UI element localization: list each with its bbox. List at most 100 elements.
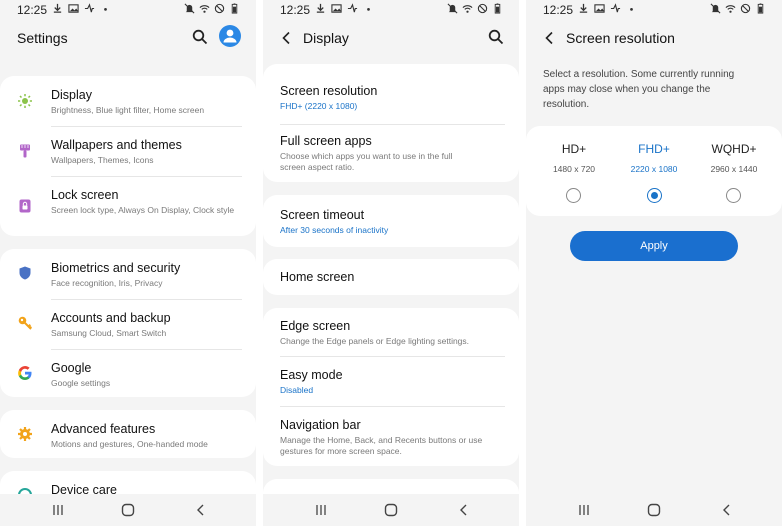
- sun-icon: [17, 93, 33, 109]
- status-bar: 12:25: [0, 0, 256, 20]
- settings-item-title: Biometrics and security: [51, 261, 181, 275]
- display-item-home-screen[interactable]: Home screen: [263, 259, 519, 295]
- person-icon: [223, 29, 237, 43]
- resolution-option-dims: 2960 x 1440: [710, 164, 758, 174]
- display-app-bar: Display: [263, 24, 519, 52]
- settings-item-accounts[interactable]: Accounts and backup Samsung Cloud, Smart…: [0, 299, 256, 349]
- apply-button[interactable]: Apply: [570, 231, 738, 261]
- notification-icons: [52, 3, 111, 14]
- navigation-bar: [0, 494, 256, 526]
- mute-icon: [710, 3, 721, 14]
- download-icon: [52, 3, 63, 14]
- settings-item-lock-screen[interactable]: Lock screen Screen lock type, Always On …: [0, 176, 256, 236]
- status-time: 12:25: [543, 3, 574, 17]
- display-item-subtitle: Manage the Home, Back, and Recents butto…: [280, 435, 483, 456]
- back-arrow-icon[interactable]: [542, 30, 558, 46]
- settings-item-google[interactable]: Google Google settings: [0, 349, 256, 397]
- radio-fhd[interactable]: [647, 188, 662, 203]
- system-icons: [710, 3, 766, 14]
- status-bar: 12:25: [526, 0, 782, 20]
- settings-item-biometrics[interactable]: Biometrics and security Face recognition…: [0, 249, 256, 299]
- search-icon[interactable]: [488, 29, 504, 45]
- status-time: 12:25: [280, 3, 311, 17]
- status-bar: 12:25: [263, 0, 519, 20]
- display-card-2: Screen timeout After 30 seconds of inact…: [263, 195, 519, 247]
- resolution-option-name: HD+: [561, 142, 587, 156]
- home-icon[interactable]: [384, 503, 398, 517]
- radio-wqhd[interactable]: [726, 188, 741, 203]
- resolution-app-bar: Screen resolution: [526, 24, 782, 52]
- resolution-option-hd[interactable]: HD+ 1480 x 720: [536, 142, 612, 174]
- back-icon[interactable]: [457, 503, 471, 517]
- no-signal-icon: [477, 3, 488, 14]
- key-icon: [17, 315, 33, 331]
- display-item-screen-resolution[interactable]: Screen resolution FHD+ (2220 x 1080): [263, 74, 519, 124]
- battery-icon: [755, 3, 766, 14]
- display-card-1: Screen resolution FHD+ (2220 x 1080) Ful…: [263, 64, 519, 182]
- battery-icon: [492, 3, 503, 14]
- system-icons: [447, 3, 503, 14]
- navigation-bar: [526, 494, 782, 526]
- resolution-description: Select a resolution. Some currently runn…: [543, 69, 735, 110]
- more-dot-icon: [363, 3, 374, 14]
- back-icon[interactable]: [194, 503, 208, 517]
- settings-item-display[interactable]: Display Brightness, Blue light filter, H…: [0, 76, 256, 126]
- google-icon: [17, 365, 33, 381]
- settings-item-title: Lock screen: [51, 188, 119, 202]
- settings-app-bar: Settings: [0, 24, 256, 52]
- radio-hd[interactable]: [566, 188, 581, 203]
- home-icon[interactable]: [647, 503, 661, 517]
- no-signal-icon: [740, 3, 751, 14]
- mute-icon: [184, 3, 195, 14]
- recents-icon[interactable]: [314, 503, 328, 517]
- display-item-subtitle: Change the Edge panels or Edge lighting …: [280, 336, 470, 346]
- back-icon[interactable]: [720, 503, 734, 517]
- display-item-navigation-bar[interactable]: Navigation bar Manage the Home, Back, an…: [263, 406, 519, 466]
- wifi-icon: [199, 3, 210, 14]
- navigation-bar: [263, 494, 519, 526]
- image-icon: [331, 3, 342, 14]
- notification-icons: [578, 3, 637, 14]
- search-icon[interactable]: [192, 29, 208, 45]
- system-icons: [184, 3, 240, 14]
- display-item-edge-screen[interactable]: Edge screen Change the Edge panels or Ed…: [263, 308, 519, 356]
- settings-card-1: Display Brightness, Blue light filter, H…: [0, 76, 256, 236]
- more-dot-icon: [100, 3, 111, 14]
- settings-item-advanced-features[interactable]: Advanced features Motions and gestures, …: [0, 410, 256, 458]
- display-item-easy-mode[interactable]: Easy mode Disabled: [263, 356, 519, 406]
- settings-item-subtitle: Face recognition, Iris, Privacy: [51, 278, 163, 288]
- recents-icon[interactable]: [577, 503, 591, 517]
- wifi-icon: [462, 3, 473, 14]
- recents-icon[interactable]: [51, 503, 65, 517]
- back-arrow-icon[interactable]: [279, 30, 295, 46]
- settings-item-subtitle: Brightness, Blue light filter, Home scre…: [51, 105, 205, 115]
- display-item-title: Screen resolution: [280, 84, 378, 98]
- gear-icon: [17, 426, 33, 442]
- status-time: 12:25: [17, 3, 48, 17]
- resolution-option-fhd[interactable]: FHD+ 2220 x 1080: [616, 142, 692, 174]
- display-card-4: Edge screen Change the Edge panels or Ed…: [263, 308, 519, 466]
- resolution-option-name: WQHD+: [711, 142, 757, 156]
- no-signal-icon: [214, 3, 225, 14]
- shield-icon: [17, 265, 33, 281]
- data-saver-icon: [84, 3, 95, 14]
- data-saver-icon: [610, 3, 621, 14]
- settings-item-wallpapers[interactable]: Wallpapers and themes Wallpapers, Themes…: [0, 126, 256, 176]
- account-avatar[interactable]: [219, 25, 241, 47]
- settings-item-title: Google: [51, 361, 92, 375]
- display-item-title: Edge screen: [280, 319, 351, 333]
- display-item-screen-timeout[interactable]: Screen timeout After 30 seconds of inact…: [263, 195, 519, 247]
- display-item-title: Home screen: [280, 270, 355, 284]
- page-title: Settings: [17, 30, 68, 46]
- home-icon[interactable]: [121, 503, 135, 517]
- settings-item-title: Advanced features: [51, 422, 156, 436]
- download-icon: [315, 3, 326, 14]
- display-item-full-screen-apps[interactable]: Full screen apps Choose which apps you w…: [263, 124, 519, 182]
- resolution-option-wqhd[interactable]: WQHD+ 2960 x 1440: [696, 142, 772, 174]
- display-item-title: Screen timeout: [280, 208, 365, 222]
- notification-icons: [315, 3, 374, 14]
- display-item-title: Navigation bar: [280, 418, 361, 432]
- display-item-title: Full screen apps: [280, 134, 372, 148]
- settings-item-subtitle: Motions and gestures, One-handed mode: [51, 439, 208, 449]
- settings-item-title: Display: [51, 88, 92, 102]
